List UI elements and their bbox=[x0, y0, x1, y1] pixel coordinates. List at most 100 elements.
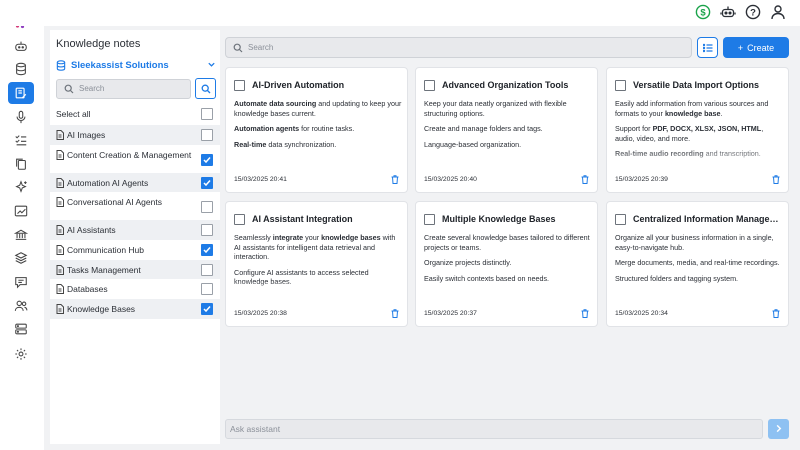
bot-icon bbox=[15, 41, 27, 51]
create-button[interactable]: + Create bbox=[723, 37, 789, 58]
chat-icon bbox=[15, 277, 27, 289]
user-icon[interactable] bbox=[770, 4, 786, 20]
select-all-row[interactable]: Select all bbox=[50, 105, 220, 123]
dollar-icon[interactable]: $ bbox=[695, 4, 711, 20]
server-icon bbox=[15, 323, 27, 335]
item-checkbox[interactable] bbox=[201, 201, 213, 214]
list-item[interactable]: Communication Hub bbox=[50, 240, 220, 260]
list-item[interactable]: Tasks Management bbox=[50, 259, 220, 280]
card-checkbox[interactable] bbox=[424, 214, 435, 225]
card-paragraph: Seamlessly integrate your knowledge base… bbox=[234, 233, 402, 262]
list-item-label: Knowledge Bases bbox=[67, 304, 136, 315]
list-item[interactable]: Content Creation & Management bbox=[50, 145, 220, 173]
item-checkbox[interactable] bbox=[201, 244, 213, 257]
organization-name: Sleekassist Solutions bbox=[71, 59, 169, 71]
card-paragraph: Support for PDF, DOCX, XLSX, JSON, HTML,… bbox=[615, 124, 783, 143]
document-icon bbox=[56, 197, 64, 208]
nav-ai[interactable] bbox=[8, 176, 34, 198]
nav-documents[interactable] bbox=[8, 153, 34, 175]
knowledge-card[interactable]: Centralized Information Manage… Organize … bbox=[606, 201, 789, 327]
body-text: Organize all your business information i… bbox=[615, 233, 774, 252]
item-checkbox[interactable] bbox=[201, 129, 213, 141]
chevron-right-icon bbox=[776, 424, 782, 433]
search-button[interactable] bbox=[195, 78, 216, 99]
list-item[interactable]: Conversational AI Agents bbox=[50, 192, 220, 220]
list-item-label: Automation AI Agents bbox=[67, 177, 149, 188]
trash-icon[interactable] bbox=[772, 309, 780, 318]
nav-bots[interactable] bbox=[8, 35, 34, 57]
card-date: 15/03/2025 20:39 bbox=[615, 176, 668, 183]
main-search-input[interactable]: Search bbox=[225, 37, 692, 58]
svg-text:$: $ bbox=[700, 8, 706, 19]
nav-analytics[interactable] bbox=[8, 200, 34, 222]
list-view-button[interactable] bbox=[697, 37, 718, 58]
list-item[interactable]: Databases bbox=[50, 279, 220, 299]
item-checkbox[interactable] bbox=[201, 283, 213, 296]
list-item[interactable]: AI Assistants bbox=[50, 220, 220, 241]
list-item[interactable]: Automation AI Agents bbox=[50, 172, 220, 193]
card-body: Automate data sourcing and updating to k… bbox=[234, 99, 402, 155]
card-checkbox[interactable] bbox=[234, 214, 245, 225]
robot-icon[interactable] bbox=[720, 4, 736, 20]
item-checkbox[interactable] bbox=[201, 224, 213, 237]
knowledge-card[interactable]: AI-Driven Automation Automate data sourci… bbox=[225, 67, 408, 193]
nav-chat[interactable] bbox=[8, 271, 34, 293]
nav-servers[interactable] bbox=[8, 318, 34, 340]
trash-icon[interactable] bbox=[391, 175, 399, 184]
ask-assistant-input[interactable]: Ask assistant bbox=[225, 419, 763, 439]
list-icon bbox=[703, 43, 713, 53]
list-item[interactable]: AI Images bbox=[50, 125, 220, 145]
trash-icon[interactable] bbox=[391, 309, 399, 318]
send-button[interactable] bbox=[768, 419, 789, 439]
nav-tasks[interactable] bbox=[8, 129, 34, 151]
card-paragraph: Automate data sourcing and updating to k… bbox=[234, 99, 402, 118]
notes-search-input[interactable]: Search bbox=[56, 79, 191, 99]
select-all-checkbox[interactable] bbox=[201, 108, 213, 120]
card-checkbox[interactable] bbox=[424, 80, 435, 91]
top-bar: $ ? bbox=[0, 0, 800, 26]
nav-settings[interactable] bbox=[8, 343, 34, 365]
list-item-label: Tasks Management bbox=[67, 264, 141, 275]
plus-icon: + bbox=[737, 42, 744, 53]
list-item-label: AI Assistants bbox=[67, 225, 116, 236]
card-checkbox[interactable] bbox=[615, 214, 626, 225]
nav-users[interactable] bbox=[8, 295, 34, 317]
list-item[interactable]: Knowledge Bases bbox=[50, 299, 220, 319]
knowledge-card[interactable]: Multiple Knowledge Bases Create several k… bbox=[415, 201, 598, 327]
trash-icon[interactable] bbox=[581, 175, 589, 184]
list-item-label: Databases bbox=[67, 284, 108, 295]
item-checkbox[interactable] bbox=[201, 303, 213, 316]
knowledge-card[interactable]: Versatile Data Import Options Easily add … bbox=[606, 67, 789, 193]
nav-voice[interactable] bbox=[8, 106, 34, 128]
card-checkbox[interactable] bbox=[234, 80, 245, 91]
create-label: Create bbox=[747, 42, 775, 53]
search-placeholder: Search bbox=[79, 84, 105, 93]
users-icon bbox=[14, 300, 28, 311]
card-title: Versatile Data Import Options bbox=[633, 80, 760, 90]
item-checkbox[interactable] bbox=[201, 153, 213, 166]
bold-text: Automate data sourcing bbox=[234, 99, 317, 108]
nav-library[interactable] bbox=[8, 224, 34, 246]
body-text: Create and manage folders and tags. bbox=[424, 124, 543, 134]
assistant-placeholder: Ask assistant bbox=[230, 424, 281, 434]
card-fade bbox=[226, 148, 407, 170]
left-rail bbox=[0, 0, 44, 450]
check-icon bbox=[203, 306, 211, 313]
card-paragraph: Organize projects distinctly. bbox=[424, 258, 592, 268]
document-icon bbox=[56, 284, 64, 295]
nav-databases[interactable] bbox=[8, 58, 34, 80]
nav-knowledge[interactable] bbox=[8, 82, 34, 104]
sparkle-icon bbox=[15, 180, 27, 193]
item-checkbox[interactable] bbox=[201, 263, 213, 276]
knowledge-card[interactable]: AI Assistant Integration Seamlessly integ… bbox=[225, 201, 408, 327]
trash-icon[interactable] bbox=[772, 175, 780, 184]
help-icon[interactable]: ? bbox=[745, 4, 761, 20]
organization-selector[interactable]: Sleekassist Solutions bbox=[56, 58, 216, 72]
trash-icon[interactable] bbox=[581, 309, 589, 318]
nav-layers[interactable] bbox=[8, 247, 34, 269]
card-fade bbox=[607, 282, 788, 304]
card-checkbox[interactable] bbox=[615, 80, 626, 91]
knowledge-card[interactable]: Advanced Organization Tools Keep your dat… bbox=[415, 67, 598, 193]
body-text: Support for bbox=[615, 124, 653, 134]
item-checkbox[interactable] bbox=[201, 176, 213, 189]
